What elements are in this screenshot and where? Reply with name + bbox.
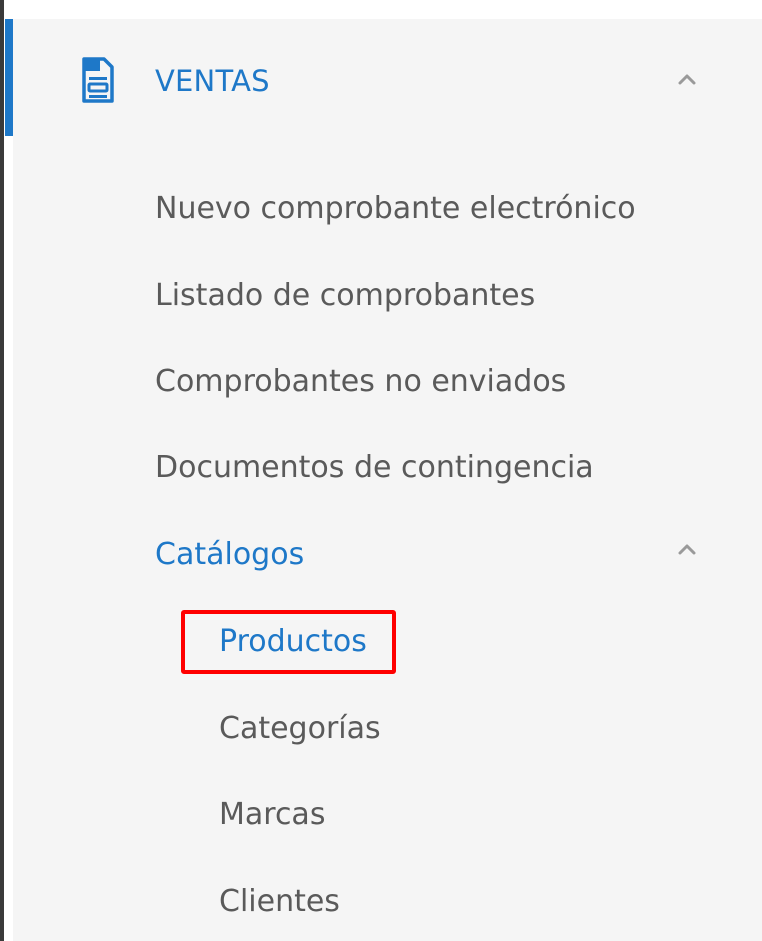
submenu-item-categorias[interactable]: Categorías	[219, 709, 381, 749]
active-indicator	[5, 19, 13, 136]
menu-section-ventas[interactable]	[13, 19, 762, 136]
document-icon	[82, 57, 114, 103]
highlight-box	[181, 610, 396, 674]
chevron-up-icon[interactable]	[676, 72, 698, 86]
menu-item-comprobantes-no-enviados[interactable]: Comprobantes no enviados	[155, 362, 566, 402]
menu-section-label: VENTAS	[155, 64, 270, 98]
sidebar-menu: VENTAS Nuevo comprobante electrónico Lis…	[0, 0, 762, 941]
menu-item-listado-comprobantes[interactable]: Listado de comprobantes	[155, 276, 535, 316]
chevron-up-icon[interactable]	[676, 542, 698, 556]
sidebar-edge	[0, 0, 4, 941]
submenu-item-clientes[interactable]: Clientes	[219, 882, 340, 922]
submenu-catalogos[interactable]: Catálogos	[155, 535, 304, 575]
menu-item-documentos-contingencia[interactable]: Documentos de contingencia	[155, 448, 594, 488]
submenu-item-marcas[interactable]: Marcas	[219, 795, 325, 835]
menu-item-nuevo-comprobante[interactable]: Nuevo comprobante electrónico	[155, 189, 636, 229]
